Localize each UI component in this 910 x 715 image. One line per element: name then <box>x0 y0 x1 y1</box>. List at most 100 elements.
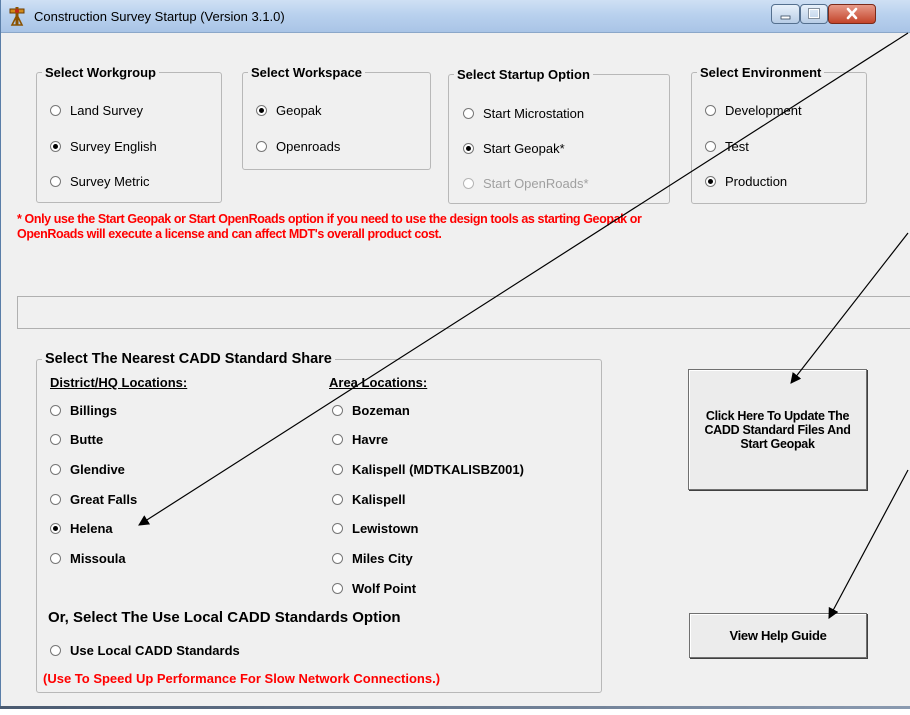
option-label: Helena <box>70 521 113 536</box>
warning-line-2: OpenRoads will execute a license and can… <box>17 227 442 241</box>
close-button[interactable] <box>828 4 876 24</box>
radio-icon <box>50 494 61 505</box>
radio-icon <box>50 553 61 564</box>
area-havre-radio[interactable]: Havre <box>332 432 388 447</box>
option-label: Glendive <box>70 462 125 477</box>
status-bar <box>17 296 910 329</box>
radio-icon <box>463 178 474 189</box>
option-label: Havre <box>352 432 389 447</box>
minimize-button[interactable] <box>771 4 800 24</box>
radio-icon <box>256 141 267 152</box>
area-miles-city-radio[interactable]: Miles City <box>332 551 413 566</box>
window-title: Construction Survey Startup (Version 3.1… <box>34 9 285 24</box>
radio-icon <box>50 434 61 445</box>
option-label: Missoula <box>70 551 126 566</box>
use-local-cadd-radio[interactable]: Use Local CADD Standards <box>50 643 240 658</box>
radio-icon <box>332 553 343 564</box>
workgroup-title: Select Workgroup <box>45 65 157 80</box>
radio-checked-icon <box>50 523 61 534</box>
license-warning: * Only use the Start Geopak or Start Ope… <box>17 212 907 242</box>
area-kalispell-mdtkalisbz001-radio[interactable]: Kalispell (MDTKALISBZ001) <box>332 462 524 477</box>
option-label: Development <box>725 103 802 118</box>
option-label: Miles City <box>352 551 413 566</box>
radio-icon <box>50 464 61 475</box>
district-butte-radio[interactable]: Butte <box>50 432 103 447</box>
environment-production-radio[interactable]: Production <box>705 174 787 189</box>
option-label: Lewistown <box>352 521 419 536</box>
workspace-geopak-radio[interactable]: Geopak <box>256 103 322 118</box>
radio-icon <box>332 494 343 505</box>
maximize-icon <box>808 8 820 19</box>
option-label: Great Falls <box>70 492 138 507</box>
app-window: Construction Survey Startup (Version 3.1… <box>0 0 910 706</box>
district-locations-heading: District/HQ Locations: <box>50 375 188 390</box>
district-helena-radio[interactable]: Helena <box>50 521 113 536</box>
environment-test-radio[interactable]: Test <box>705 139 749 154</box>
option-label: Butte <box>70 432 104 447</box>
local-cadd-heading: Or, Select The Use Local CADD Standards … <box>48 609 401 626</box>
close-icon <box>846 7 858 20</box>
cadd-share-title: Select The Nearest CADD Standard Share <box>45 351 332 367</box>
radio-icon <box>50 105 61 116</box>
startup-openroads-radio: Start OpenRoads* <box>463 176 589 191</box>
district-great-falls-radio[interactable]: Great Falls <box>50 492 137 507</box>
maximize-button[interactable] <box>800 4 828 24</box>
workgroup-survey-metric-radio[interactable]: Survey Metric <box>50 174 149 189</box>
area-locations-heading: Area Locations: <box>329 375 428 390</box>
app-icon <box>9 7 25 26</box>
radio-icon <box>705 141 716 152</box>
title-bar[interactable]: Construction Survey Startup (Version 3.1… <box>1 0 910 33</box>
environment-development-radio[interactable]: Development <box>705 103 802 118</box>
option-label: Start OpenRoads* <box>483 176 589 191</box>
radio-icon <box>50 176 61 187</box>
radio-checked-icon <box>705 176 716 187</box>
workgroup-land-survey-radio[interactable]: Land Survey <box>50 103 143 118</box>
radio-checked-icon <box>256 105 267 116</box>
workgroup-survey-english-radio[interactable]: Survey English <box>50 139 157 154</box>
option-label: Openroads <box>276 139 341 154</box>
area-kalispell-radio[interactable]: Kalispell <box>332 492 405 507</box>
option-label: Use Local CADD Standards <box>70 643 240 658</box>
option-label: Kalispell (MDTKALISBZ001) <box>352 462 524 477</box>
option-label: Survey English <box>70 139 157 154</box>
performance-note: (Use To Speed Up Performance For Slow Ne… <box>43 671 441 686</box>
option-label: Wolf Point <box>352 581 417 596</box>
option-label: Billings <box>70 403 117 418</box>
workspace-title: Select Workspace <box>251 65 363 80</box>
radio-icon <box>332 434 343 445</box>
cadd-share-group: Select The Nearest CADD Standard Share <box>36 351 602 693</box>
radio-checked-icon <box>463 143 474 154</box>
arrow-to-help-button <box>828 469 909 619</box>
district-missoula-radio[interactable]: Missoula <box>50 551 126 566</box>
startup-title: Select Startup Option <box>457 67 590 82</box>
radio-checked-icon <box>50 141 61 152</box>
district-glendive-radio[interactable]: Glendive <box>50 462 125 477</box>
radio-icon <box>332 405 343 416</box>
environment-title: Select Environment <box>700 65 822 80</box>
option-label: Geopak <box>276 103 322 118</box>
radio-icon <box>50 405 61 416</box>
option-label: Land Survey <box>70 103 143 118</box>
warning-line-1: * Only use the Start Geopak or Start Ope… <box>17 212 642 226</box>
option-label: Start Microstation <box>483 106 585 121</box>
district-billings-radio[interactable]: Billings <box>50 403 117 418</box>
workspace-openroads-radio[interactable]: Openroads <box>256 139 340 154</box>
window-bottom-edge <box>0 706 910 709</box>
minimize-icon <box>780 15 791 20</box>
area-lewistown-radio[interactable]: Lewistown <box>332 521 418 536</box>
option-label: Survey Metric <box>70 174 150 189</box>
option-label: Kalispell <box>352 492 406 507</box>
radio-icon <box>332 464 343 475</box>
startup-microstation-radio[interactable]: Start Microstation <box>463 106 584 121</box>
update-cadd-button[interactable]: Click Here To Update The CADD Standard F… <box>688 369 867 490</box>
option-label: Test <box>725 139 749 154</box>
option-label: Bozeman <box>352 403 410 418</box>
area-bozeman-radio[interactable]: Bozeman <box>332 403 410 418</box>
radio-icon <box>705 105 716 116</box>
radio-icon <box>332 523 343 534</box>
startup-geopak-radio[interactable]: Start Geopak* <box>463 141 565 156</box>
view-help-guide-button[interactable]: View Help Guide <box>689 613 867 658</box>
radio-icon <box>50 645 61 656</box>
area-wolf-point-radio[interactable]: Wolf Point <box>332 581 416 596</box>
radio-icon <box>332 583 343 594</box>
